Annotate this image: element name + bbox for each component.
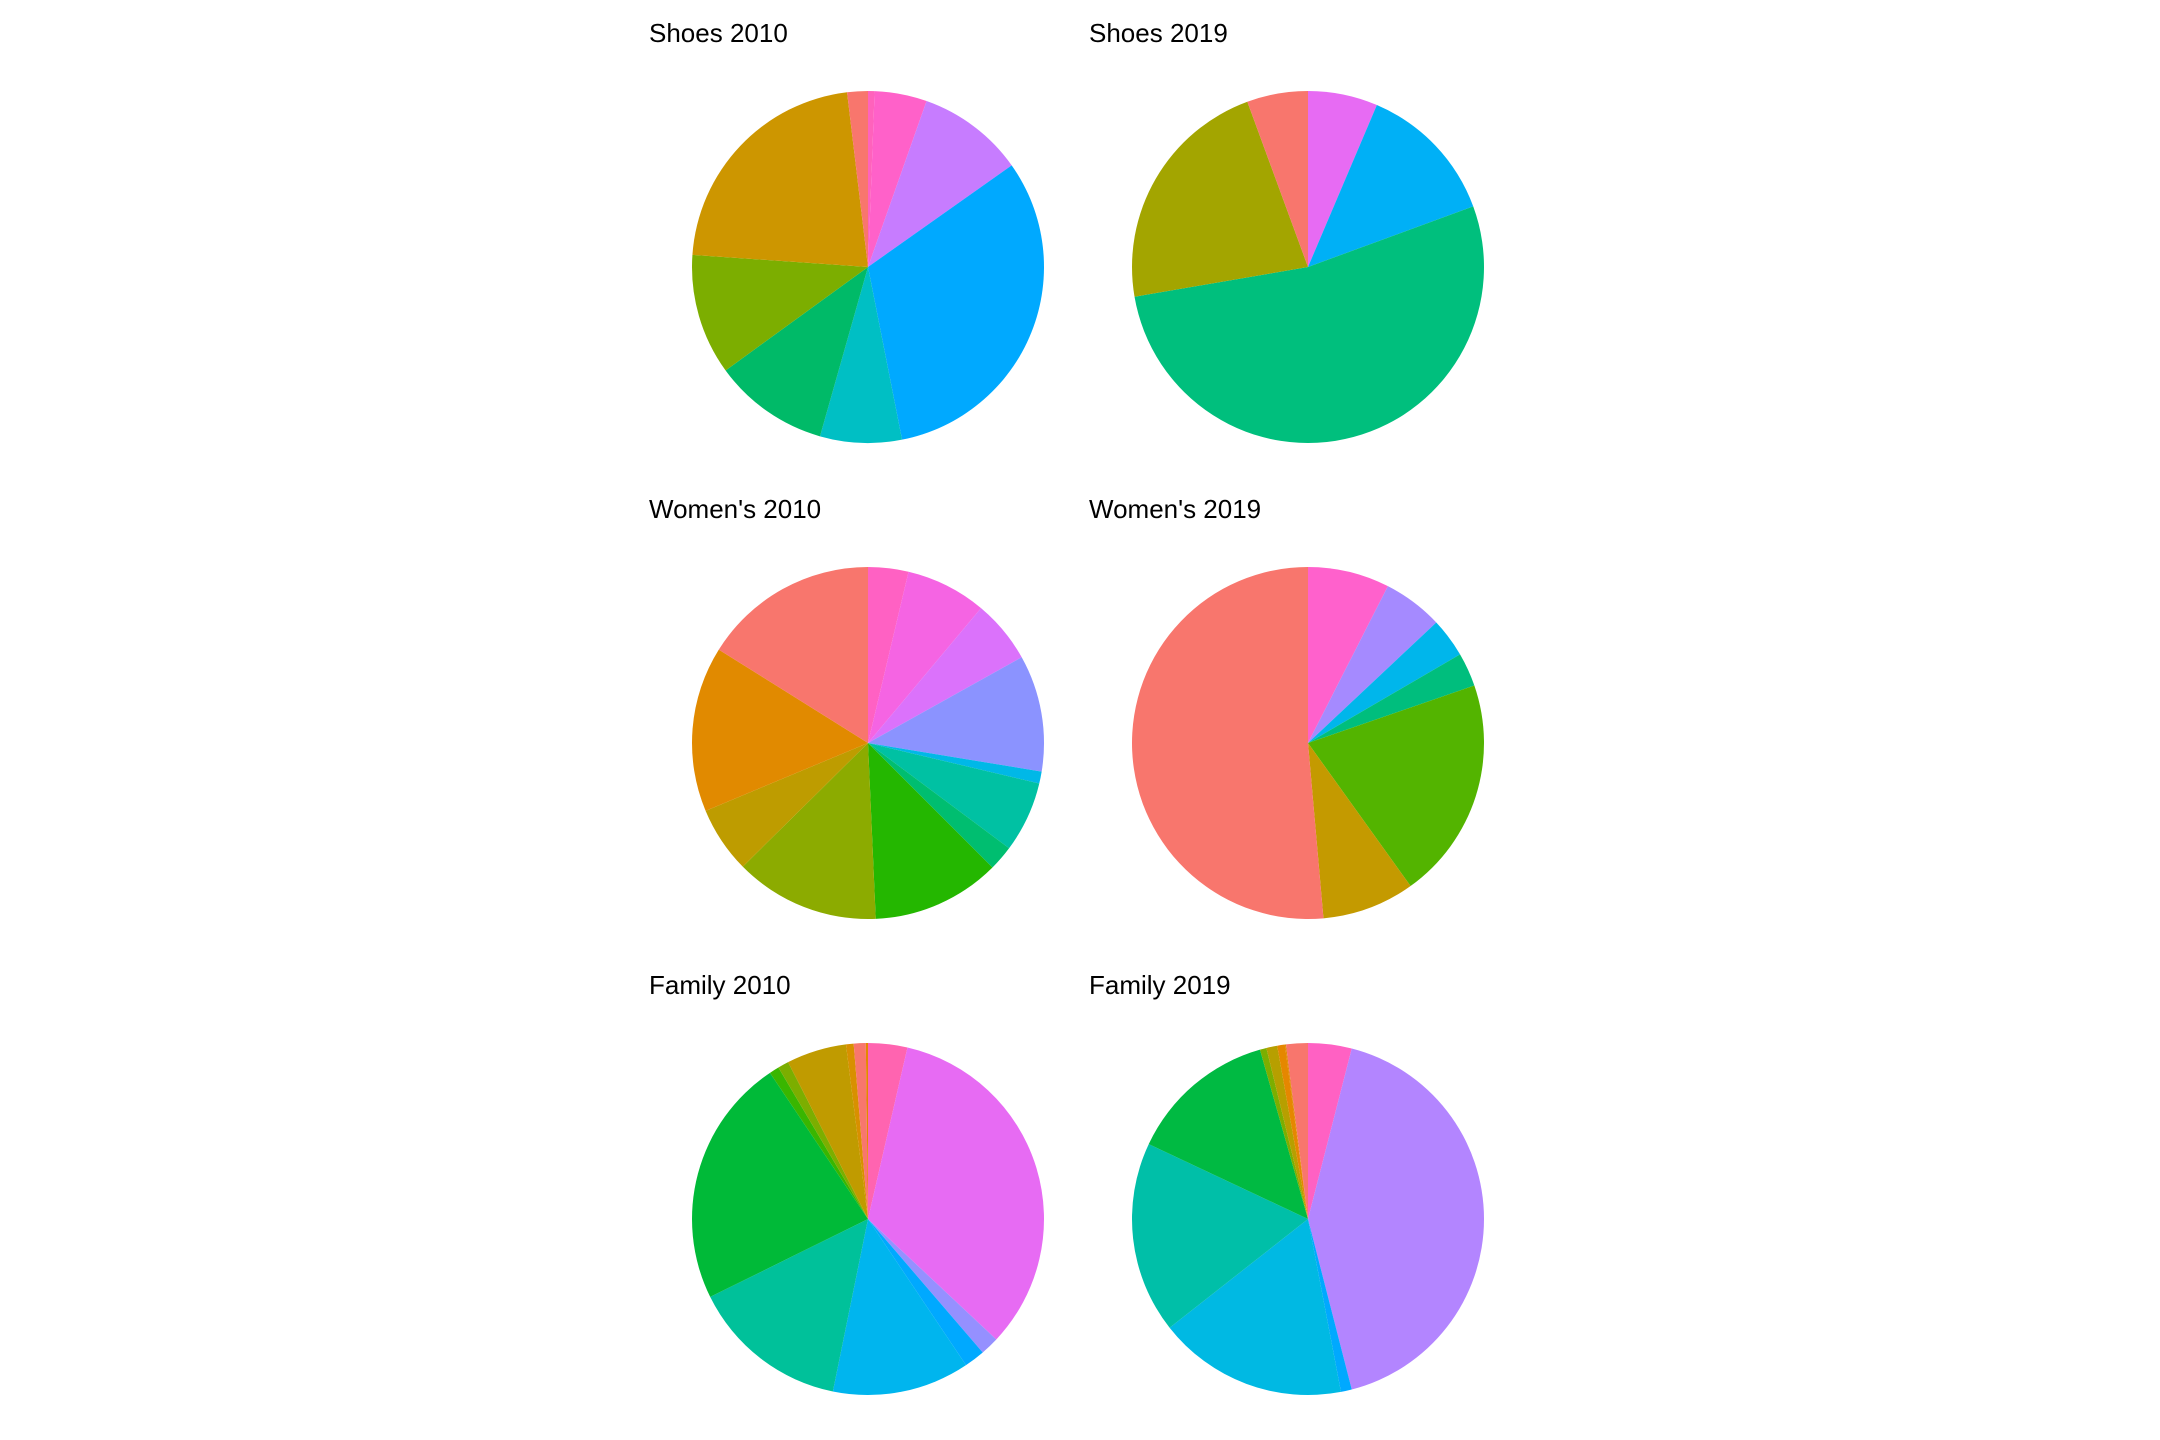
- pie-chart-family-2010: [692, 1043, 1044, 1395]
- chart-title-family-2010: Family 2010: [649, 970, 791, 1000]
- chart-title-womens-2010: Women's 2010: [649, 494, 822, 524]
- chart-title-family-2019: Family 2019: [1089, 970, 1231, 1000]
- pie-chart-womens-2010: [692, 567, 1044, 919]
- pie-slice: [1132, 567, 1324, 919]
- pie-chart-shoes-2010: [692, 91, 1044, 443]
- chart-title-shoes-2019: Shoes 2019: [1089, 18, 1228, 48]
- chart-title-shoes-2010: Shoes 2010: [649, 18, 788, 48]
- pie-chart-family-2019: [1132, 1043, 1484, 1395]
- chart-title-womens-2019: Women's 2019: [1089, 494, 1262, 524]
- pie-chart-shoes-2019: [1132, 91, 1484, 443]
- pie-chart-womens-2019: [1132, 567, 1484, 919]
- pie-slice: [692, 92, 868, 268]
